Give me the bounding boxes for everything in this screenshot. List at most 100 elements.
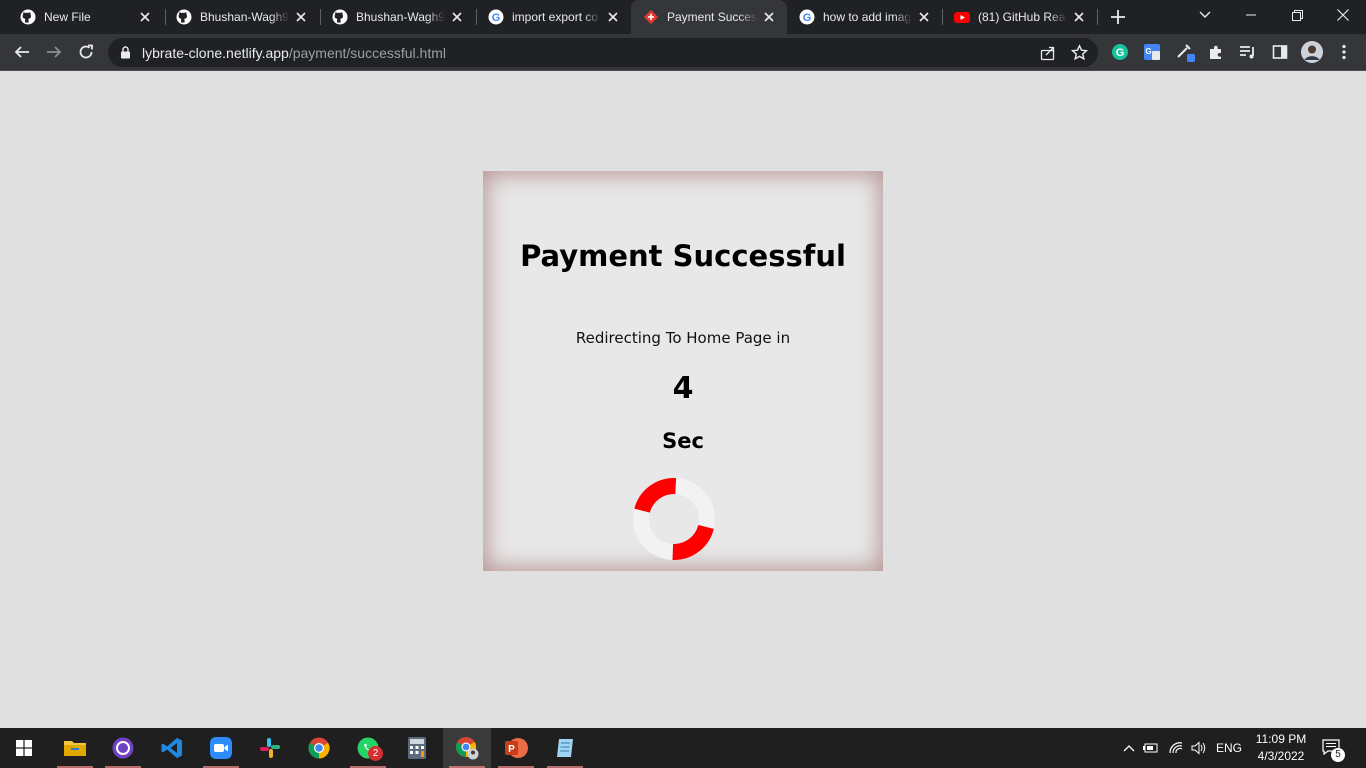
address-bar[interactable]: lybrate-clone.netlify.app/payment/succes… [108, 38, 1098, 67]
countdown-unit: Sec [662, 429, 704, 453]
clock[interactable]: 11:09 PM 4/3/2022 [1250, 731, 1312, 765]
tab-bhushan-wagh-2[interactable]: Bhushan-Wagh98 [320, 0, 475, 34]
url-path: /payment/successful.html [288, 45, 446, 61]
tab-title: New File [44, 10, 91, 24]
browser-toolbar: lybrate-clone.netlify.app/payment/succes… [0, 34, 1366, 71]
arrow-right-icon [47, 46, 62, 58]
slack-icon [260, 738, 280, 758]
tab-title: (81) GitHub Read [978, 10, 1067, 24]
close-icon[interactable] [1071, 9, 1087, 25]
google-translate-extension[interactable]: G [1140, 40, 1164, 64]
tab-bhushan-wagh-1[interactable]: Bhushan-Wagh98 [164, 0, 319, 34]
side-panel-icon [1272, 45, 1288, 59]
bookmark-star-icon[interactable] [1070, 44, 1089, 66]
svg-text:G: G [492, 12, 501, 24]
taskbar-zoom[interactable] [197, 728, 245, 768]
tab-title: Bhushan-Wagh98 [356, 10, 445, 24]
close-icon [1337, 9, 1349, 21]
notification-badge: 2 [368, 746, 383, 761]
tab-payment-success[interactable]: Payment Success [631, 0, 787, 34]
wifi-icon[interactable] [1164, 741, 1188, 755]
clock-time: 11:09 PM [1255, 732, 1307, 746]
chrome-menu-button[interactable] [1332, 40, 1356, 64]
grammarly-extension[interactable]: G [1108, 40, 1132, 64]
close-icon[interactable] [137, 9, 153, 25]
tab-title: Payment Success [667, 10, 757, 24]
windows-taskbar: 2 P ENG 11:09 PM 4/3/2022 5 [0, 728, 1366, 768]
chevron-up-icon[interactable] [1120, 744, 1138, 752]
taskbar-calculator[interactable] [393, 728, 441, 768]
lybrate-icon [643, 9, 659, 25]
github-icon [332, 9, 348, 25]
back-button[interactable] [10, 40, 34, 64]
chrome-profile-icon [455, 737, 479, 760]
taskbar-vscode[interactable] [148, 728, 196, 768]
color-picker-extension[interactable] [1173, 40, 1197, 64]
close-icon[interactable] [916, 9, 932, 25]
close-window-button[interactable] [1320, 0, 1366, 30]
zoom-icon [210, 737, 232, 759]
lock-icon [120, 46, 131, 64]
tab-title: how to add imag [823, 10, 912, 24]
tab-title: import export co [512, 10, 599, 24]
clock-date: 4/3/2022 [1257, 749, 1305, 763]
vscode-icon [161, 738, 182, 758]
taskbar-whatsapp[interactable]: 2 [344, 728, 392, 768]
google-icon: G [799, 9, 815, 25]
tab-github-readme-youtube[interactable]: (81) GitHub Read [942, 0, 1097, 34]
close-icon[interactable] [293, 9, 309, 25]
restore-button[interactable] [1274, 0, 1320, 30]
url-host: lybrate-clone.netlify.app [142, 45, 289, 61]
translate-icon: G [1144, 44, 1160, 60]
side-panel-button[interactable] [1268, 40, 1292, 64]
grammarly-icon: G [1112, 44, 1128, 60]
tab-new-file[interactable]: New File [8, 0, 163, 34]
new-tab-button[interactable] [1108, 7, 1128, 27]
language-indicator[interactable]: ENG [1216, 741, 1242, 755]
taskbar-powerpoint[interactable]: P [492, 728, 540, 768]
notification-center-button[interactable]: 5 [1322, 728, 1345, 768]
chrome-icon [308, 737, 330, 759]
reload-icon [79, 44, 93, 59]
svg-text:G: G [1145, 47, 1151, 56]
tab-import-export[interactable]: G import export co [476, 0, 631, 34]
tab-search-button[interactable] [1182, 0, 1228, 30]
svg-text:G: G [803, 12, 812, 24]
eyedropper-icon [1177, 44, 1195, 62]
github-desktop-icon [112, 737, 134, 759]
minimize-button[interactable] [1228, 0, 1274, 30]
page-title: Payment Successful [520, 239, 846, 273]
svg-text:P: P [508, 744, 515, 755]
taskbar-chrome[interactable] [295, 728, 343, 768]
google-icon: G [488, 9, 504, 25]
taskbar-file-explorer[interactable] [51, 728, 99, 768]
taskbar-github-desktop[interactable] [99, 728, 147, 768]
taskbar-notepad[interactable] [541, 728, 589, 768]
tab-how-to-add-image[interactable]: G how to add imag [787, 0, 942, 34]
github-icon [20, 9, 36, 25]
restore-icon [1291, 9, 1303, 21]
speaker-icon[interactable] [1188, 741, 1210, 755]
plus-icon [1111, 10, 1125, 24]
taskbar-slack[interactable] [246, 728, 294, 768]
reload-button[interactable] [74, 40, 98, 64]
avatar [1301, 41, 1323, 63]
countdown-number: 4 [672, 371, 694, 406]
start-button[interactable] [0, 728, 48, 768]
playlist-icon [1240, 46, 1254, 59]
payment-success-card: Payment Successful Redirecting To Home P… [483, 171, 883, 571]
chevron-down-icon [1199, 11, 1211, 18]
close-icon[interactable] [605, 9, 621, 25]
close-icon[interactable] [449, 9, 465, 25]
redirect-message: Redirecting To Home Page in [575, 329, 791, 347]
taskbar-chrome-profile[interactable] [443, 728, 491, 768]
media-control-button[interactable] [1236, 40, 1260, 64]
battery-icon[interactable] [1138, 742, 1164, 754]
share-icon[interactable] [1040, 45, 1056, 66]
extensions-button[interactable] [1204, 40, 1228, 64]
calculator-icon [408, 737, 426, 759]
notification-count-badge: 5 [1331, 748, 1345, 762]
profile-avatar[interactable] [1300, 40, 1324, 64]
forward-button[interactable] [42, 40, 66, 64]
close-icon[interactable] [761, 9, 777, 25]
